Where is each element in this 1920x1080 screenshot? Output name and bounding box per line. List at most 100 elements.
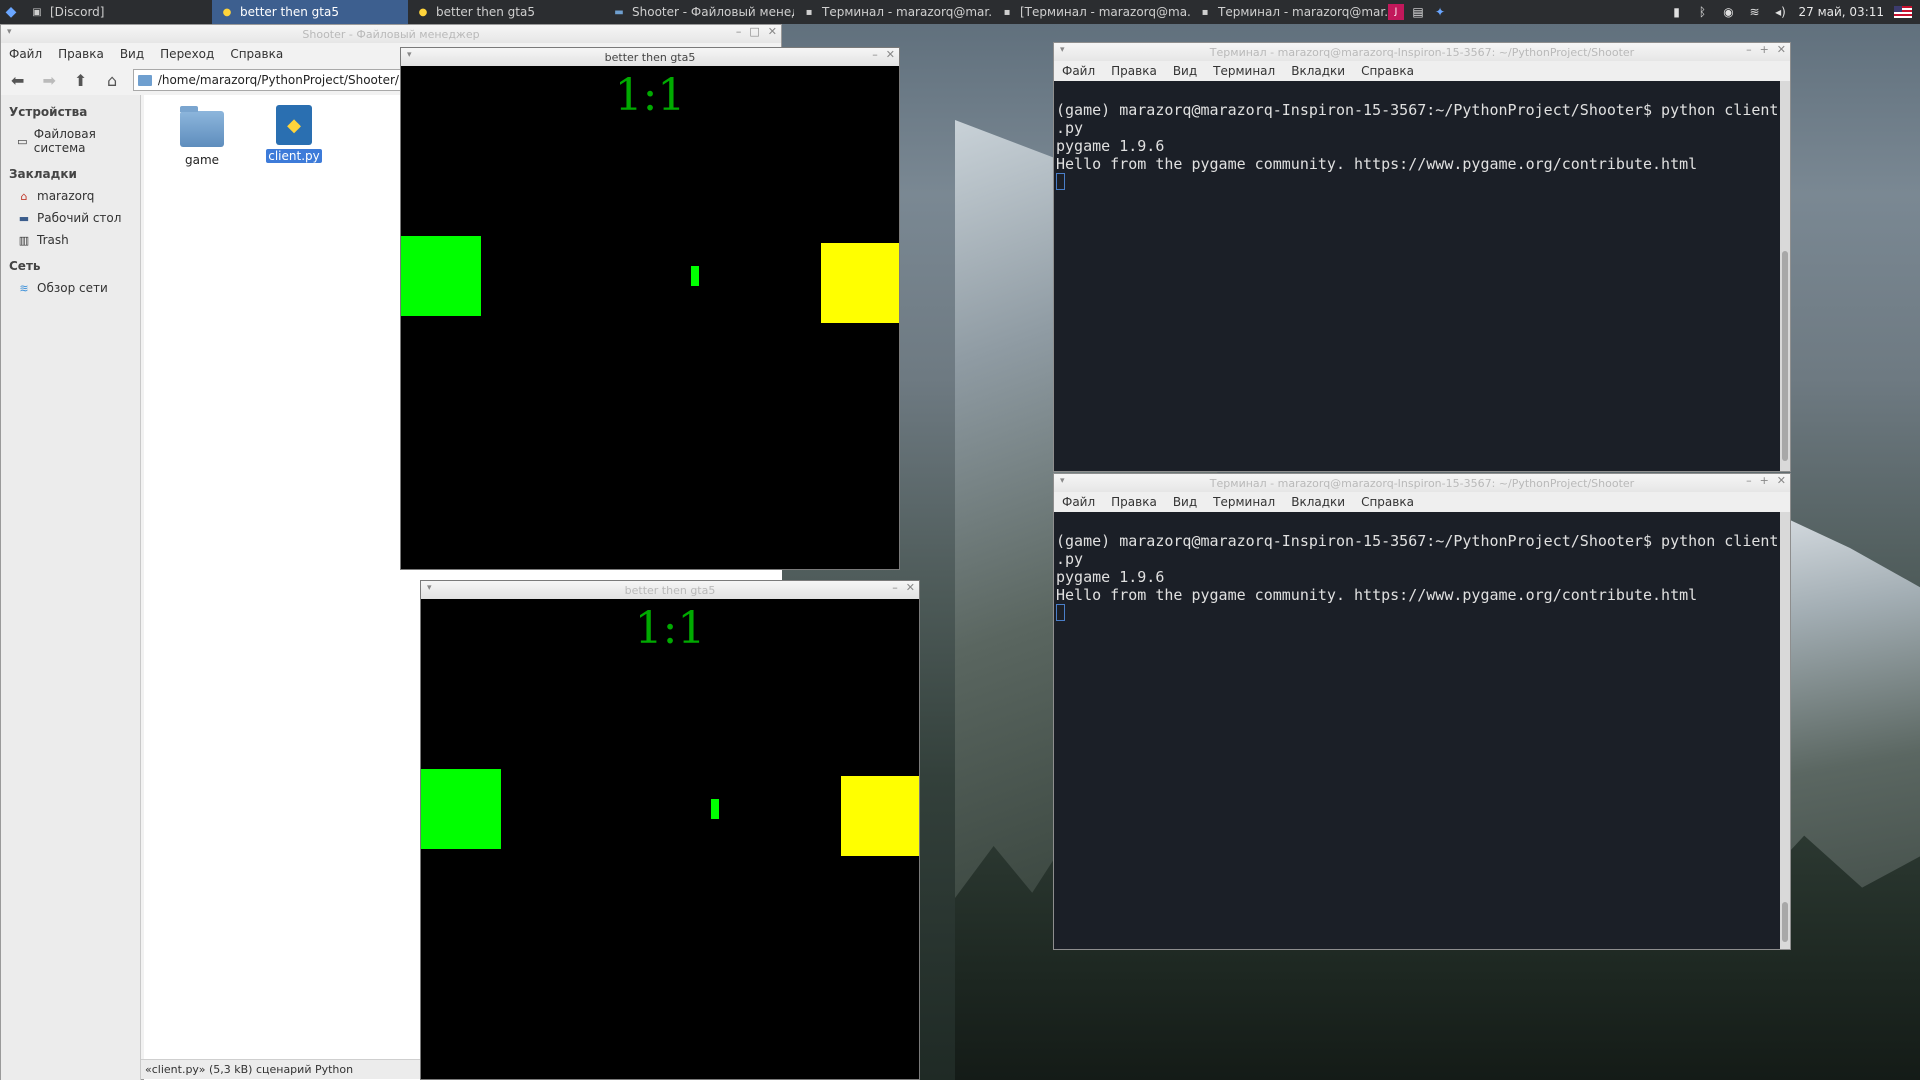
window-title: better then gta5 bbox=[624, 583, 716, 597]
menu-terminal[interactable]: Терминал bbox=[1213, 64, 1275, 78]
game-window-titlebar[interactable]: ▾ better then gta5 – ✕ bbox=[421, 581, 919, 599]
folder-icon bbox=[137, 74, 152, 86]
window-menu-icon[interactable]: ▾ bbox=[1060, 45, 1065, 55]
sidebar-item-desktop[interactable]: ▬ Рабочий стол bbox=[1, 207, 140, 229]
task-discord[interactable]: ▣ [Discord] bbox=[22, 0, 212, 24]
task-game-2[interactable]: ● better then gta5 bbox=[408, 0, 604, 24]
python-icon: ● bbox=[222, 6, 232, 18]
task-terminal-3[interactable]: ▪ Терминал - marazorq@mar... bbox=[1190, 0, 1388, 24]
terminal-line: pygame 1.9.6 bbox=[1056, 137, 1165, 155]
menu-tabs[interactable]: Вкладки bbox=[1291, 64, 1345, 78]
minimize-icon[interactable]: – bbox=[736, 25, 742, 38]
volume-icon[interactable]: ◂) bbox=[1773, 4, 1789, 20]
file-manager-titlebar[interactable]: ▾ Shooter - Файловый менеджер – □ ✕ bbox=[1, 25, 781, 43]
minimize-icon[interactable]: – bbox=[872, 48, 878, 61]
sidebar-item-label: Рабочий стол bbox=[37, 211, 122, 225]
terminal-window-1: ▾ Терминал - marazorq@marazorq-Inspiron-… bbox=[1053, 42, 1791, 472]
back-icon[interactable]: ⬅ bbox=[7, 69, 28, 91]
window-menu-icon[interactable]: ▾ bbox=[407, 50, 412, 60]
menu-help[interactable]: Справка bbox=[1361, 64, 1414, 78]
game-canvas[interactable]: 1:1 bbox=[421, 599, 919, 1079]
menu-help[interactable]: Справка bbox=[230, 47, 283, 61]
game-window-2: ▾ better then gta5 – ✕ 1:1 bbox=[420, 580, 920, 1080]
task-label: better then gta5 bbox=[240, 5, 339, 19]
menu-terminal[interactable]: Терминал bbox=[1213, 495, 1275, 509]
window-title: Терминал - marazorq@marazorq-Inspiron-15… bbox=[1209, 45, 1635, 59]
battery-icon[interactable]: ▮ bbox=[1669, 4, 1685, 20]
game-window-1: ▾ better then gta5 – ✕ 1:1 bbox=[400, 47, 900, 570]
task-terminal-1[interactable]: ▪ Терминал - marazorq@mar... bbox=[794, 0, 992, 24]
window-menu-icon[interactable]: ▾ bbox=[427, 583, 432, 593]
menu-view[interactable]: Вид bbox=[1173, 64, 1197, 78]
window-title: Терминал - marazorq@marazorq-Inspiron-15… bbox=[1209, 476, 1635, 490]
sidebar-item-trash[interactable]: ▥ Trash bbox=[1, 229, 140, 251]
home-icon[interactable]: ⌂ bbox=[101, 69, 122, 91]
trash-icon: ▥ bbox=[18, 233, 30, 247]
close-icon[interactable]: ✕ bbox=[1777, 474, 1786, 487]
close-icon[interactable]: ✕ bbox=[906, 581, 915, 594]
terminal-output[interactable]: (game) marazorq@marazorq-Inspiron-15-356… bbox=[1054, 512, 1790, 949]
sidebar-item-home[interactable]: ⌂ marazorq bbox=[1, 185, 140, 207]
menu-go[interactable]: Переход bbox=[160, 47, 214, 61]
status-text: «client.py» (5,3 kB) сценарий Python bbox=[145, 1063, 354, 1076]
file-name: game bbox=[184, 153, 220, 167]
menu-view[interactable]: Вид bbox=[120, 47, 144, 61]
menu-edit[interactable]: Правка bbox=[1111, 495, 1157, 509]
terminal-scrollbar[interactable] bbox=[1780, 81, 1790, 471]
sidebar-item-filesystem[interactable]: ▭ Файловая система bbox=[1, 123, 140, 159]
terminal-titlebar[interactable]: ▾ Терминал - marazorq@marazorq-Inspiron-… bbox=[1054, 474, 1790, 492]
scrollbar-thumb[interactable] bbox=[1782, 902, 1788, 942]
app-menu-icon[interactable]: ◆ bbox=[0, 1, 22, 23]
close-icon[interactable]: ✕ bbox=[1777, 43, 1786, 56]
task-file-manager[interactable]: ▬ Shooter - Файловый менед... bbox=[604, 0, 794, 24]
wifi-icon[interactable]: ≋ bbox=[1747, 4, 1763, 20]
window-title: better then gta5 bbox=[604, 50, 696, 64]
menu-edit[interactable]: Правка bbox=[1111, 64, 1157, 78]
discord-tray-icon[interactable]: ◉ bbox=[1721, 4, 1737, 20]
file-name: client.py bbox=[266, 149, 322, 163]
forward-icon[interactable]: ➡ bbox=[38, 69, 59, 91]
clock[interactable]: 27 май, 03:11 bbox=[1799, 5, 1885, 19]
terminal-output[interactable]: (game) marazorq@marazorq-Inspiron-15-356… bbox=[1054, 81, 1790, 471]
bluetooth-icon[interactable]: ᛒ bbox=[1695, 4, 1711, 20]
window-menu-icon[interactable]: ▾ bbox=[1060, 476, 1065, 486]
menu-file[interactable]: Файл bbox=[1062, 64, 1095, 78]
terminal-line: (game) marazorq@marazorq-Inspiron-15-356… bbox=[1056, 532, 1779, 550]
maximize-icon[interactable]: + bbox=[1760, 43, 1769, 56]
minimize-icon[interactable]: – bbox=[1746, 43, 1752, 56]
window-menu-icon[interactable]: ▾ bbox=[7, 27, 12, 37]
folder-icon bbox=[180, 106, 224, 147]
file-item-game[interactable]: game bbox=[167, 106, 237, 167]
keyboard-layout-flag-icon[interactable] bbox=[1894, 6, 1912, 18]
task-terminal-2[interactable]: ▪ [Терминал - marazorq@ma... bbox=[992, 0, 1190, 24]
file-item-client-py[interactable]: ◆ client.py bbox=[259, 105, 329, 163]
jetbrains-icon[interactable]: J bbox=[1388, 4, 1404, 20]
sidebar-item-network[interactable]: ≋ Обзор сети bbox=[1, 277, 140, 299]
menu-view[interactable]: Вид bbox=[1173, 495, 1197, 509]
game-window-titlebar[interactable]: ▾ better then gta5 – ✕ bbox=[401, 48, 899, 66]
terminal-icon: ▪ bbox=[1201, 6, 1209, 18]
menu-file[interactable]: Файл bbox=[9, 47, 42, 61]
sidebar: Устройства ▭ Файловая система Закладки ⌂… bbox=[1, 95, 141, 1080]
maximize-icon[interactable]: + bbox=[1760, 474, 1769, 487]
task-label: [Discord] bbox=[50, 5, 105, 19]
home-icon: ⌂ bbox=[20, 189, 28, 203]
pointer-tool-icon[interactable]: ✦ bbox=[1432, 4, 1448, 20]
close-icon[interactable]: ✕ bbox=[768, 25, 777, 38]
game-canvas[interactable]: 1:1 bbox=[401, 66, 899, 569]
menu-file[interactable]: Файл bbox=[1062, 495, 1095, 509]
minimize-icon[interactable]: – bbox=[1746, 474, 1752, 487]
terminal-titlebar[interactable]: ▾ Терминал - marazorq@marazorq-Inspiron-… bbox=[1054, 43, 1790, 61]
notes-icon[interactable]: ▤ bbox=[1410, 4, 1426, 20]
menu-tabs[interactable]: Вкладки bbox=[1291, 495, 1345, 509]
terminal-scrollbar[interactable] bbox=[1780, 512, 1790, 949]
close-icon[interactable]: ✕ bbox=[886, 48, 895, 61]
menu-help[interactable]: Справка bbox=[1361, 495, 1414, 509]
menu-edit[interactable]: Правка bbox=[58, 47, 104, 61]
scrollbar-thumb[interactable] bbox=[1782, 251, 1788, 461]
minimize-icon[interactable]: – bbox=[892, 581, 898, 594]
parent-folder-icon[interactable]: ⬆ bbox=[70, 69, 91, 91]
task-game-active[interactable]: ● better then gta5 bbox=[212, 0, 408, 24]
task-label: [Терминал - marazorq@ma... bbox=[1020, 5, 1190, 19]
maximize-icon[interactable]: □ bbox=[749, 25, 759, 38]
